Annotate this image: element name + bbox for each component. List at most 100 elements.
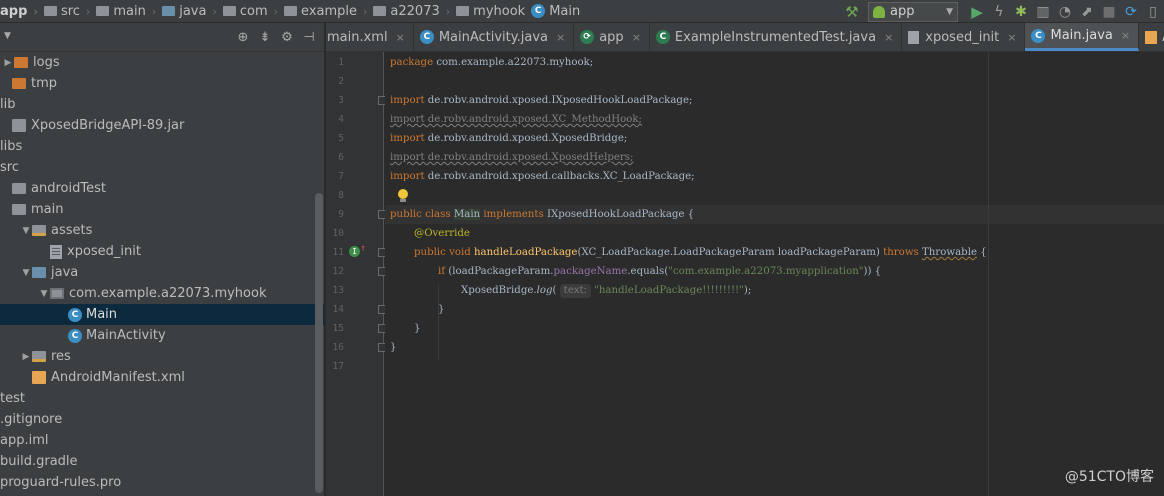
close-icon[interactable]: × bbox=[556, 31, 565, 44]
profiler-gauge-icon[interactable]: ◔ bbox=[1054, 1, 1076, 23]
tree-item[interactable]: lib bbox=[0, 94, 324, 115]
tree-item-label: .gitignore bbox=[0, 412, 63, 427]
breadcrumb-main[interactable]: main › bbox=[92, 0, 158, 22]
code-line-9: public class Main implements IXposedHook… bbox=[390, 209, 695, 220]
package-icon bbox=[50, 288, 64, 299]
breadcrumb-myhook[interactable]: myhook bbox=[452, 0, 527, 22]
breadcrumb-example[interactable]: example › bbox=[280, 0, 369, 22]
run-configuration-select[interactable]: app ▼ bbox=[868, 1, 958, 22]
debug-icon[interactable]: ✱ bbox=[1010, 1, 1032, 23]
package-icon bbox=[373, 6, 387, 16]
chevron-right-icon[interactable]: ▶ bbox=[20, 352, 32, 362]
close-icon[interactable]: × bbox=[632, 31, 641, 44]
class-icon: C bbox=[68, 307, 82, 322]
breadcrumb-label: Main bbox=[549, 3, 581, 19]
tree-item[interactable]: ▼ com.example.a22073.myhook bbox=[0, 283, 324, 304]
breadcrumb-label: com bbox=[239, 3, 268, 19]
gutter-line: 8 bbox=[326, 186, 384, 205]
line-number: 17 bbox=[332, 361, 344, 372]
apply-changes-icon[interactable]: ϟ bbox=[988, 1, 1010, 23]
run-icon[interactable]: ▶ bbox=[966, 1, 988, 23]
editor-tab[interactable]: C ExampleInstrumentedTest.java × bbox=[650, 23, 903, 51]
implements-method-icon[interactable]: I bbox=[349, 246, 360, 257]
editor-tab[interactable]: ⟳ app × bbox=[574, 23, 650, 51]
line-number: 15 bbox=[332, 323, 344, 334]
breadcrumb-label: a22073 bbox=[390, 3, 440, 19]
stop-icon[interactable]: ■ bbox=[1098, 1, 1120, 23]
breadcrumb-com[interactable]: com › bbox=[219, 0, 280, 22]
tree-item-label: java bbox=[51, 265, 79, 280]
tree-item[interactable]: C Main bbox=[0, 304, 324, 325]
line-number: 1 bbox=[338, 57, 344, 68]
editor-tab[interactable]: AndroidMani bbox=[1139, 23, 1164, 51]
watermark: @51CTO博客 bbox=[1064, 469, 1154, 485]
chevron-down-icon[interactable]: ▼ bbox=[4, 31, 11, 41]
tree-item[interactable]: main bbox=[0, 199, 324, 220]
code-line-16: } bbox=[390, 342, 397, 353]
editor-tab[interactable]: C MainActivity.java × bbox=[414, 23, 575, 51]
collapse-all-icon[interactable]: ⇟ bbox=[254, 27, 276, 47]
breadcrumb-a22073[interactable]: a22073 › bbox=[369, 0, 452, 22]
breadcrumb-app[interactable]: app › bbox=[0, 0, 40, 22]
breadcrumb-main-class[interactable]: C Main bbox=[527, 0, 582, 22]
tree-item[interactable]: app.iml bbox=[0, 430, 324, 451]
hide-icon[interactable]: ⊣ bbox=[298, 27, 320, 47]
gradle-sync-icon[interactable]: ⟳ bbox=[1120, 1, 1142, 23]
chevron-down-icon[interactable]: ▼ bbox=[38, 289, 50, 299]
chevron-down-icon[interactable]: ▼ bbox=[20, 268, 32, 278]
breadcrumb-label: myhook bbox=[473, 3, 526, 19]
tree-item[interactable]: xposed_init bbox=[0, 241, 324, 262]
tree-item[interactable]: ▶ logs bbox=[0, 52, 324, 73]
arrow-up-icon: ↑ bbox=[360, 243, 367, 254]
chevron-right-icon[interactable]: ▶ bbox=[2, 58, 14, 68]
tree-item[interactable]: ▼ java bbox=[0, 262, 324, 283]
tree-item[interactable]: tmp bbox=[0, 73, 324, 94]
profile-icon[interactable]: ▥ bbox=[1032, 1, 1054, 23]
parameter-hint: text: bbox=[559, 284, 591, 298]
gutter-line: 2 bbox=[326, 72, 384, 91]
tree-item[interactable]: ▶ res bbox=[0, 346, 324, 367]
tree-item[interactable]: C MainActivity bbox=[0, 325, 324, 346]
device-manager-icon[interactable]: ▯ bbox=[1142, 1, 1164, 23]
breadcrumb-label: example bbox=[301, 3, 358, 19]
code-editor[interactable]: package com.example.a22073.myhook; impor… bbox=[385, 52, 1164, 496]
breadcrumb-label: app bbox=[0, 3, 28, 19]
navigation-bar: app › src › main › java › com › example … bbox=[0, 0, 1164, 23]
tree-item[interactable]: proguard-rules.pro bbox=[0, 472, 324, 493]
class-icon: C bbox=[1031, 28, 1046, 43]
tree-item-label: build.gradle bbox=[0, 454, 78, 469]
hammer-icon[interactable]: ⚒ bbox=[844, 4, 860, 20]
tree-item[interactable]: .gitignore bbox=[0, 409, 324, 430]
close-icon[interactable]: × bbox=[884, 31, 893, 44]
package-icon bbox=[222, 6, 236, 16]
gear-icon[interactable]: ⚙ bbox=[276, 27, 298, 47]
right-margin-guide bbox=[988, 52, 989, 496]
breadcrumb-java[interactable]: java › bbox=[158, 0, 219, 22]
tree-item[interactable]: androidTest bbox=[0, 178, 324, 199]
tree-item[interactable]: build.gradle bbox=[0, 451, 324, 472]
tree-item[interactable]: test bbox=[0, 388, 324, 409]
project-scrollbar[interactable] bbox=[315, 193, 323, 493]
close-icon[interactable]: × bbox=[1007, 31, 1016, 44]
close-icon[interactable]: × bbox=[396, 31, 405, 44]
gutter-line: 12 bbox=[326, 262, 387, 281]
tree-item[interactable]: src bbox=[0, 157, 324, 178]
tree-item[interactable]: AndroidManifest.xml bbox=[0, 367, 324, 388]
chevron-down-icon[interactable]: ▼ bbox=[20, 226, 32, 236]
gutter-line: 6 bbox=[326, 148, 384, 167]
close-icon[interactable]: × bbox=[1121, 29, 1130, 42]
package-icon bbox=[284, 6, 298, 16]
gutter-line: 10 bbox=[326, 224, 384, 243]
tree-item[interactable]: XposedBridgeAPI-89.jar bbox=[0, 115, 324, 136]
editor-tab[interactable]: main.xml × bbox=[326, 23, 414, 51]
editor-tab[interactable]: xposed_init × bbox=[902, 23, 1026, 51]
locate-icon[interactable]: ⊕ bbox=[232, 27, 254, 47]
tree-item[interactable]: libs bbox=[0, 136, 324, 157]
attach-debugger-icon[interactable]: ⬈ bbox=[1076, 1, 1098, 23]
tree-item[interactable]: ▼ assets bbox=[0, 220, 324, 241]
excluded-folder-icon bbox=[12, 78, 26, 89]
editor-tab[interactable]: C Main.java × bbox=[1025, 23, 1140, 51]
lightbulb-icon[interactable] bbox=[398, 189, 408, 202]
breadcrumb-src[interactable]: src › bbox=[40, 0, 92, 22]
line-number: 9 bbox=[338, 209, 344, 220]
